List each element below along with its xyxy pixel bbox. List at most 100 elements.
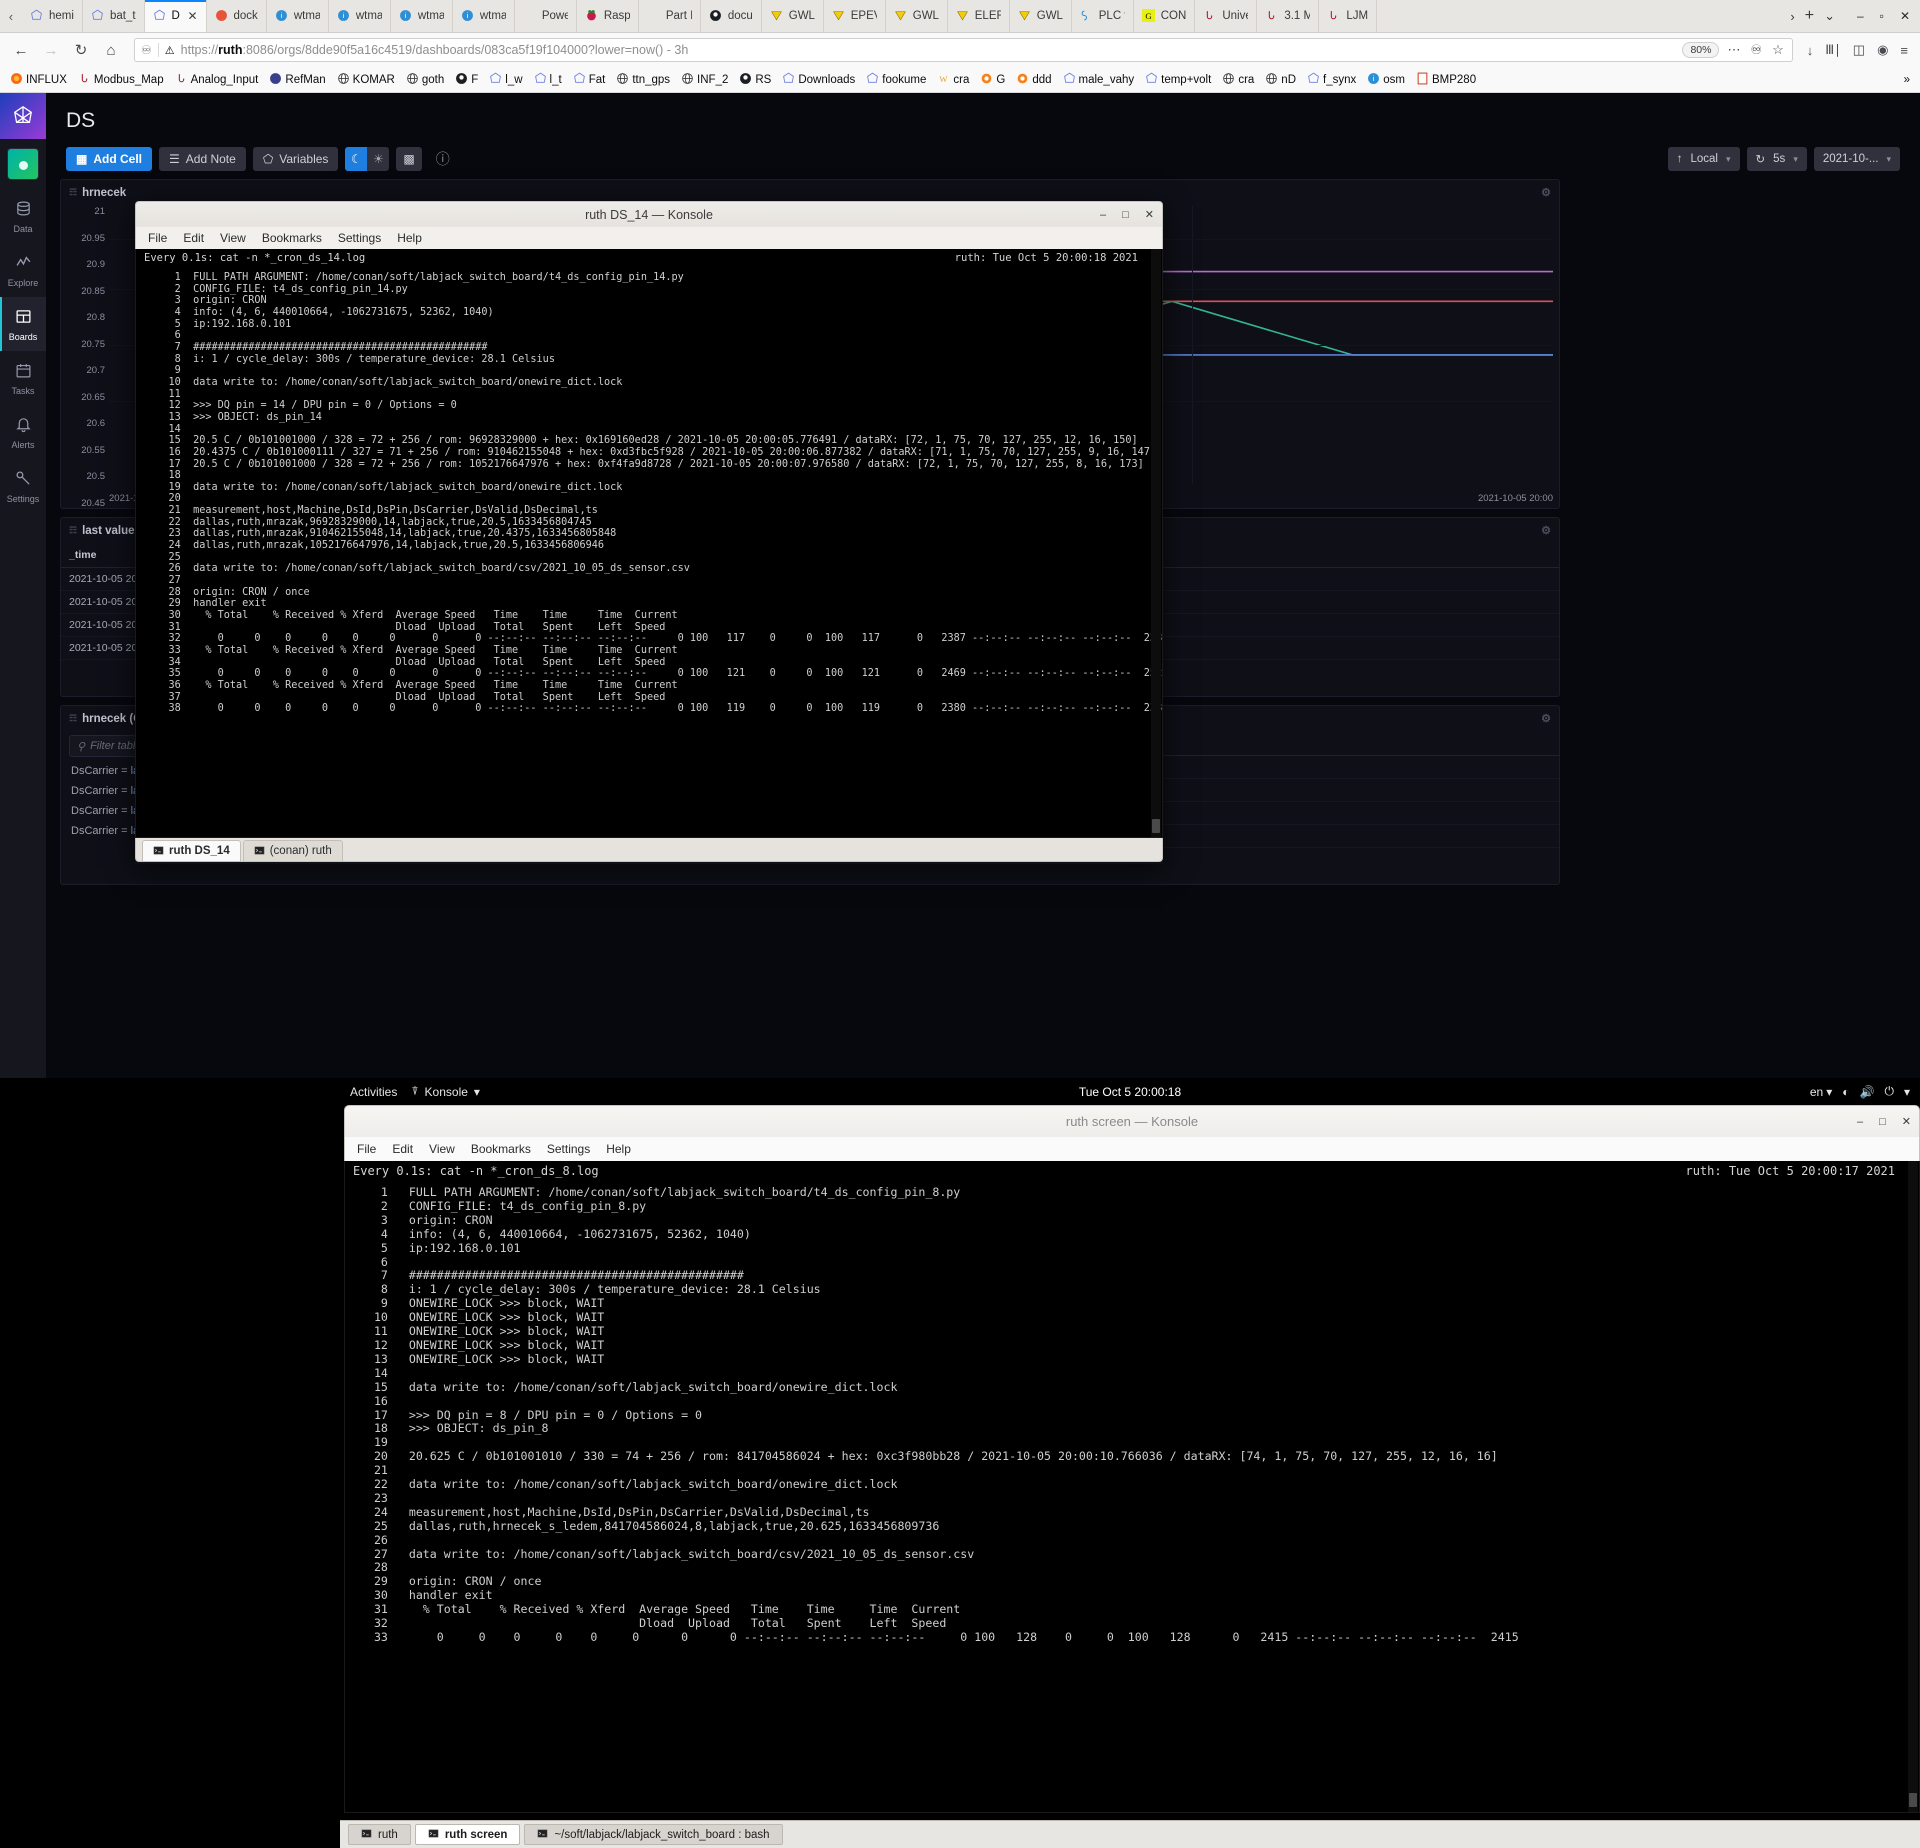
browser-tab-3[interactable]: dock xyxy=(207,0,267,32)
gear-icon[interactable]: ⚙ xyxy=(1541,524,1551,537)
browser-tab-14[interactable]: GWL xyxy=(886,0,948,32)
clock[interactable]: Tue Oct 5 20:00:18 xyxy=(340,1085,1920,1099)
menu-icon[interactable]: ≡ xyxy=(1898,43,1910,58)
bookmark-19[interactable]: temp+volt xyxy=(1141,71,1215,89)
bookmark-16[interactable]: G xyxy=(976,71,1009,89)
browser-tab-15[interactable]: ELER xyxy=(948,0,1010,32)
menu-settings[interactable]: Settings xyxy=(338,231,381,245)
konsole-tab-1[interactable]: (conan) ruth xyxy=(243,840,343,861)
bookmarks-overflow-button[interactable]: » xyxy=(1900,73,1914,87)
sidebar-item-settings[interactable]: Settings xyxy=(0,459,46,513)
browser-tab-12[interactable]: GWL xyxy=(762,0,824,32)
wifi-icon[interactable]: ◐ xyxy=(1842,1085,1849,1099)
drag-handle-icon[interactable]: ☶ xyxy=(69,527,76,534)
konsole-window-ds14[interactable]: ruth DS_14 — Konsole – □ ✕ FileEditViewB… xyxy=(135,201,1163,864)
presentation-mode-button[interactable]: ▩ xyxy=(396,147,421,171)
home-icon[interactable]: ⌂ xyxy=(100,39,122,61)
variables-button[interactable]: ⬠ Variables xyxy=(253,147,339,171)
influxdb-logo-icon[interactable] xyxy=(0,93,46,139)
browser-tab-20[interactable]: 3.1 M xyxy=(1257,0,1319,32)
sun-icon[interactable]: ☀ xyxy=(367,147,389,171)
menu-file[interactable]: File xyxy=(357,1142,376,1156)
insecure-warning-icon[interactable]: ⚠ xyxy=(165,44,175,57)
browser-tab-9[interactable]: Rasp xyxy=(577,0,639,32)
taskbar-item-2[interactable]: ~/soft/labjack/labjack_switch_board : ba… xyxy=(524,1824,782,1845)
browser-tab-10[interactable]: Part I - V xyxy=(639,0,701,32)
add-cell-button[interactable]: ▦ Add Cell xyxy=(66,147,152,171)
bookmark-1[interactable]: Modbus_Map xyxy=(74,71,168,89)
menu-edit[interactable]: Edit xyxy=(183,231,204,245)
library-icon[interactable]: Ⅲ∣ xyxy=(1823,42,1842,58)
bookmark-21[interactable]: nD xyxy=(1261,71,1300,89)
account-icon[interactable]: ◉ xyxy=(1875,42,1890,58)
moon-icon[interactable]: ☾ xyxy=(345,147,367,171)
bookmark-18[interactable]: male_vahy xyxy=(1059,71,1139,89)
bookmark-9[interactable]: Fat xyxy=(569,71,610,89)
bookmark-2[interactable]: Analog_Input xyxy=(171,71,263,89)
activities-button[interactable]: Activities xyxy=(350,1085,397,1099)
browser-tab-4[interactable]: iwtma xyxy=(267,0,329,32)
reader-icon[interactable]: ♾ xyxy=(1748,42,1764,58)
window-minimize-button[interactable]: – xyxy=(1857,9,1864,23)
gear-icon[interactable]: ⚙ xyxy=(1541,712,1551,725)
theme-toggle[interactable]: ☾ ☀ xyxy=(345,147,389,171)
power-icon[interactable]: ⏻ xyxy=(1884,1084,1894,1099)
bookmark-star-icon[interactable]: ☆ xyxy=(1770,42,1786,58)
refresh-selector[interactable]: ↻ 5s ▾ xyxy=(1747,147,1807,171)
terminal-body[interactable]: Every 0.1s: cat -n *_cron_ds_8.log ruth:… xyxy=(344,1161,1920,1813)
browser-tab-8[interactable]: PowerPo xyxy=(515,0,577,32)
browser-tab-13[interactable]: EPEV xyxy=(824,0,886,32)
browser-tab-18[interactable]: GCON xyxy=(1134,0,1196,32)
keyboard-layout[interactable]: en ▾ xyxy=(1810,1085,1832,1099)
back-icon[interactable]: ← xyxy=(10,39,32,61)
taskbar-item-1[interactable]: ruth screen xyxy=(415,1824,521,1845)
menu-file[interactable]: File xyxy=(148,231,167,245)
menu-view[interactable]: View xyxy=(429,1142,455,1156)
bookmark-10[interactable]: ttn_gps xyxy=(612,71,674,89)
bookmark-6[interactable]: F xyxy=(451,71,482,89)
add-note-button[interactable]: ☰ Add Note xyxy=(159,147,246,171)
bookmark-14[interactable]: fookume xyxy=(862,71,930,89)
forward-icon[interactable]: → xyxy=(40,39,62,61)
menu-help[interactable]: Help xyxy=(397,231,422,245)
bookmark-20[interactable]: cra xyxy=(1218,71,1258,89)
bookmark-17[interactable]: ddd xyxy=(1012,71,1055,89)
shield-icon[interactable]: ♾ xyxy=(141,43,152,57)
window-titlebar[interactable]: ruth screen — Konsole – □ ✕ xyxy=(344,1105,1920,1137)
window-minimize-button[interactable]: – xyxy=(1857,1116,1863,1128)
menu-view[interactable]: View xyxy=(220,231,246,245)
browser-tab-21[interactable]: LJM xyxy=(1319,0,1377,32)
browser-tab-16[interactable]: GWL xyxy=(1010,0,1072,32)
sidebar-item-boards[interactable]: Boards xyxy=(0,297,46,351)
sidebar-item-alerts[interactable]: Alerts xyxy=(0,405,46,459)
sidebar-icon[interactable]: ◫ xyxy=(1851,42,1867,58)
bookmark-12[interactable]: RS xyxy=(735,71,775,89)
bookmark-23[interactable]: iosm xyxy=(1363,71,1409,89)
app-menu[interactable]: ⍒ Konsole ▾ xyxy=(411,1084,480,1099)
help-button[interactable]: ⓘ xyxy=(429,147,457,171)
zoom-level-badge[interactable]: 80% xyxy=(1682,42,1719,58)
window-maximize-button[interactable]: □ xyxy=(1879,1116,1886,1128)
window-maximize-button[interactable]: □ xyxy=(1122,209,1129,221)
window-titlebar[interactable]: ruth DS_14 — Konsole – □ ✕ xyxy=(135,201,1163,227)
konsole-window-ruth-screen[interactable]: ruth screen — Konsole – □ ✕ FileEditView… xyxy=(344,1105,1920,1815)
url-bar[interactable]: ♾ ⚠ https://ruth:8086/orgs/8dde90f5a16c4… xyxy=(134,38,1793,62)
browser-tab-17[interactable]: PLC v xyxy=(1072,0,1134,32)
gear-icon[interactable]: ⚙ xyxy=(1541,186,1551,199)
bookmark-22[interactable]: f_synx xyxy=(1303,71,1360,89)
browser-tab-2[interactable]: DS✕ xyxy=(145,0,207,32)
browser-tab-19[interactable]: Unive xyxy=(1195,0,1257,32)
window-close-button[interactable]: ✕ xyxy=(1902,1115,1911,1128)
close-icon[interactable]: ✕ xyxy=(187,9,197,23)
bookmark-8[interactable]: l_t xyxy=(530,71,566,89)
taskbar-item-0[interactable]: ruth xyxy=(348,1824,411,1845)
tab-scroll-left-button[interactable]: › xyxy=(0,0,22,32)
menu-help[interactable]: Help xyxy=(606,1142,631,1156)
terminal-body[interactable]: Every 0.1s: cat -n *_cron_ds_14.log ruth… xyxy=(135,249,1163,838)
drag-handle-icon[interactable]: ☶ xyxy=(69,715,76,722)
browser-tab-1[interactable]: bat_t xyxy=(83,0,145,32)
menu-settings[interactable]: Settings xyxy=(547,1142,590,1156)
bookmark-7[interactable]: l_w xyxy=(485,71,526,89)
bookmark-0[interactable]: INFLUX xyxy=(6,71,71,89)
download-icon[interactable]: ↓ xyxy=(1805,43,1816,58)
